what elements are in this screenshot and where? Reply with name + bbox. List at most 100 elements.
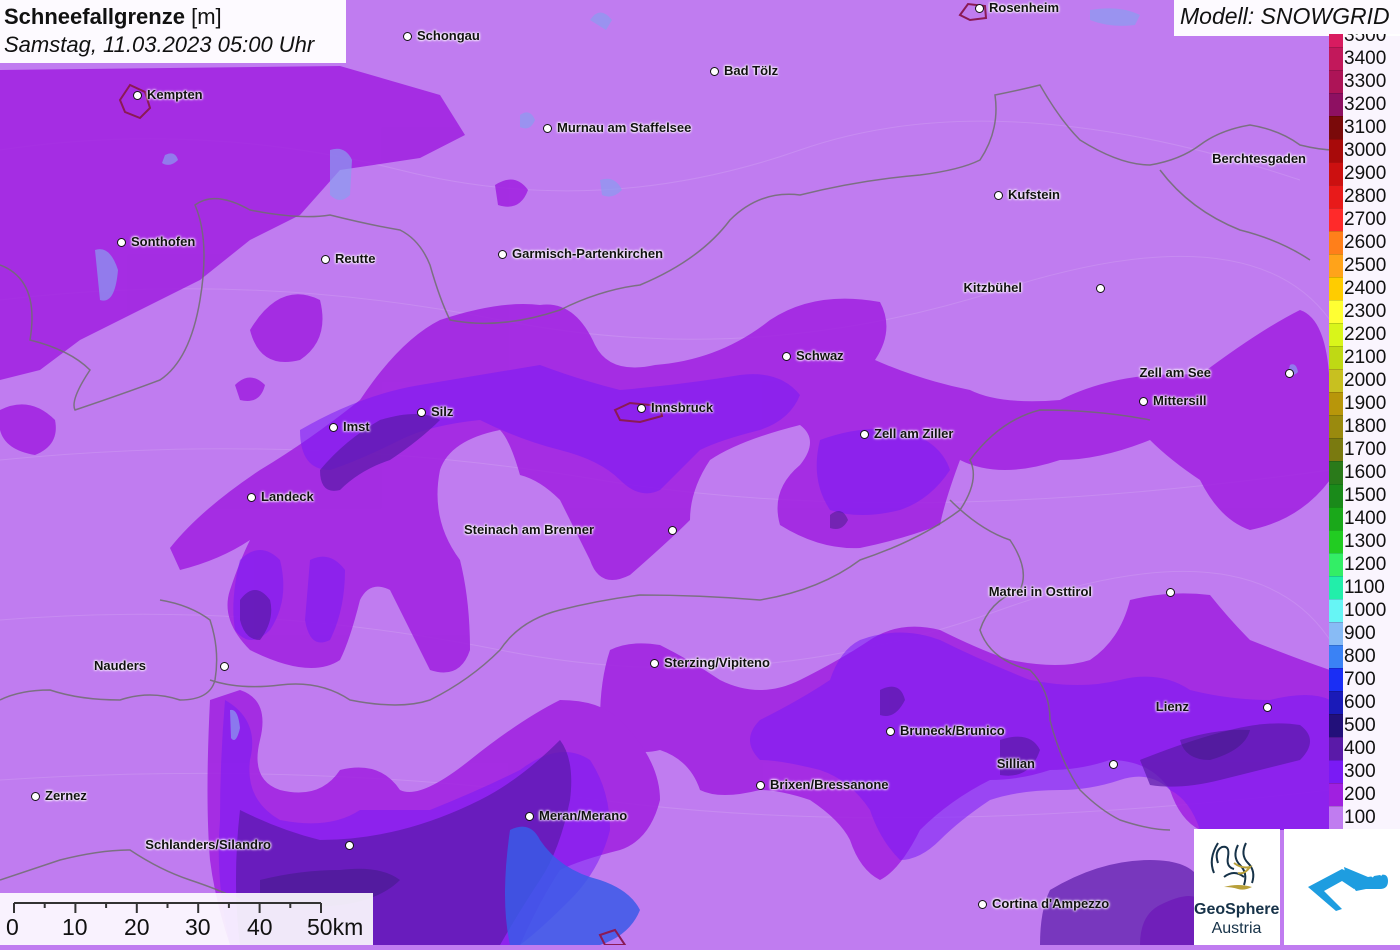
legend-row: 3300 xyxy=(1329,70,1400,93)
city-label: Garmisch-Partenkirchen xyxy=(512,246,664,261)
city-marker-icon xyxy=(220,662,229,671)
scale-tick-label: 40 xyxy=(247,914,273,940)
geosphere-logo: GeoSphere Austria xyxy=(1194,829,1280,945)
legend-row: 2600 xyxy=(1329,231,1400,254)
city-label: Schongau xyxy=(417,28,480,43)
legend-swatch xyxy=(1329,438,1343,461)
legend-swatch xyxy=(1329,34,1343,47)
legend-row: 2400 xyxy=(1329,277,1400,300)
city-label: Silz xyxy=(431,404,454,419)
legend-row: 800 xyxy=(1329,645,1400,668)
legend-swatch xyxy=(1329,507,1343,530)
legend-swatch xyxy=(1329,277,1343,300)
legend-row: 600 xyxy=(1329,691,1400,714)
legend-swatch xyxy=(1329,484,1343,507)
city-marker-icon xyxy=(247,493,256,502)
legend-swatch xyxy=(1329,461,1343,484)
legend-swatch xyxy=(1329,576,1343,599)
legend-swatch xyxy=(1329,369,1343,392)
city-label: Zell am See xyxy=(1139,365,1211,380)
legend-row: 300 xyxy=(1329,760,1400,783)
city-label: Bad Tölz xyxy=(724,63,779,78)
legend-swatch xyxy=(1329,553,1343,576)
legend-row: 3000 xyxy=(1329,139,1400,162)
scale-tick-label: 20 xyxy=(124,914,150,940)
legend-swatch xyxy=(1329,392,1343,415)
legend-row: 1100 xyxy=(1329,576,1400,599)
city-marker-icon xyxy=(133,91,142,100)
city-label: Kempten xyxy=(147,87,203,102)
city-marker-icon xyxy=(321,255,330,264)
legend-row: 1900 xyxy=(1329,392,1400,415)
legend-row: 2700 xyxy=(1329,208,1400,231)
scale-tick-label: 30 xyxy=(185,914,211,940)
legend-row: 1200 xyxy=(1329,553,1400,576)
legend-swatch xyxy=(1329,760,1343,783)
legend-row: 3100 xyxy=(1329,116,1400,139)
city-marker-icon xyxy=(756,781,765,790)
legend-swatch xyxy=(1329,668,1343,691)
legend-swatch xyxy=(1329,47,1343,70)
legend-swatch xyxy=(1329,622,1343,645)
legend-swatch xyxy=(1329,231,1343,254)
legend-swatch xyxy=(1329,93,1343,116)
city-label: Schwaz xyxy=(796,348,844,363)
city-label: Kitzbühel xyxy=(963,280,1023,295)
city-label: Sterzing/Vipiteno xyxy=(664,655,770,670)
city-marker-icon xyxy=(782,352,791,361)
cloud-mountain-icon xyxy=(1308,867,1388,911)
legend-row: 500 xyxy=(1329,714,1400,737)
legend-row: 2900 xyxy=(1329,162,1400,185)
city-marker-icon xyxy=(1109,760,1118,769)
legend-row: 2000 xyxy=(1329,369,1400,392)
city-marker-icon xyxy=(710,67,719,76)
legend-swatch xyxy=(1329,323,1343,346)
city-marker-icon xyxy=(345,841,354,850)
geosphere-icon xyxy=(1210,842,1255,890)
city-marker-icon xyxy=(860,430,869,439)
legend-swatch xyxy=(1329,530,1343,553)
legend-swatch xyxy=(1329,208,1343,231)
legend-row: 2200 xyxy=(1329,323,1400,346)
partner-logo[interactable] xyxy=(1284,829,1400,945)
legend-swatch xyxy=(1329,162,1343,185)
city-label: Nauders xyxy=(93,658,146,673)
city-marker-icon xyxy=(31,792,40,801)
legend-swatch xyxy=(1329,346,1343,369)
legend-row: 1000 xyxy=(1329,599,1400,622)
legend-row: 100 xyxy=(1329,806,1400,829)
city-marker-icon xyxy=(1285,369,1294,378)
city-marker-icon xyxy=(117,238,126,247)
legend-row: 2100 xyxy=(1329,346,1400,369)
city-label: Sonthofen xyxy=(131,234,196,249)
city-marker-icon xyxy=(417,408,426,417)
legend-row: 1300 xyxy=(1329,530,1400,553)
scale-tick-label: 50km xyxy=(307,914,364,940)
city-marker-icon xyxy=(978,900,987,909)
city-label: Brixen/Bressanone xyxy=(770,777,889,792)
geosphere-country: Austria xyxy=(1211,920,1262,937)
legend-row: 1600 xyxy=(1329,461,1400,484)
legend-row: 2800 xyxy=(1329,185,1400,208)
city-label: Landeck xyxy=(261,489,314,504)
city-marker-icon xyxy=(543,124,552,133)
legend-swatch xyxy=(1329,116,1343,139)
city-label: Bruneck/Brunico xyxy=(900,723,1005,738)
city-label: Berchtesgaden xyxy=(1212,151,1306,166)
legend-row: 400 xyxy=(1329,737,1400,760)
city-label: Lienz xyxy=(1155,699,1189,714)
city-label: Cortina d'Ampezzo xyxy=(992,896,1110,911)
city-label: Kufstein xyxy=(1008,187,1060,202)
legend-row: 1700 xyxy=(1329,438,1400,461)
legend-row: 200 xyxy=(1329,783,1400,806)
city-marker-icon xyxy=(329,423,338,432)
city-marker-icon xyxy=(1096,284,1105,293)
city-label: Sillian xyxy=(996,756,1035,771)
legend-row: 1400 xyxy=(1329,507,1400,530)
city-label: Schlanders/Silandro xyxy=(145,837,271,852)
city-marker-icon xyxy=(650,659,659,668)
scale-tick-label: 0 xyxy=(6,914,19,940)
city-label: Meran/Merano xyxy=(539,808,628,823)
city-label: Rosenheim xyxy=(989,0,1060,15)
city-label: Reutte xyxy=(335,251,376,266)
